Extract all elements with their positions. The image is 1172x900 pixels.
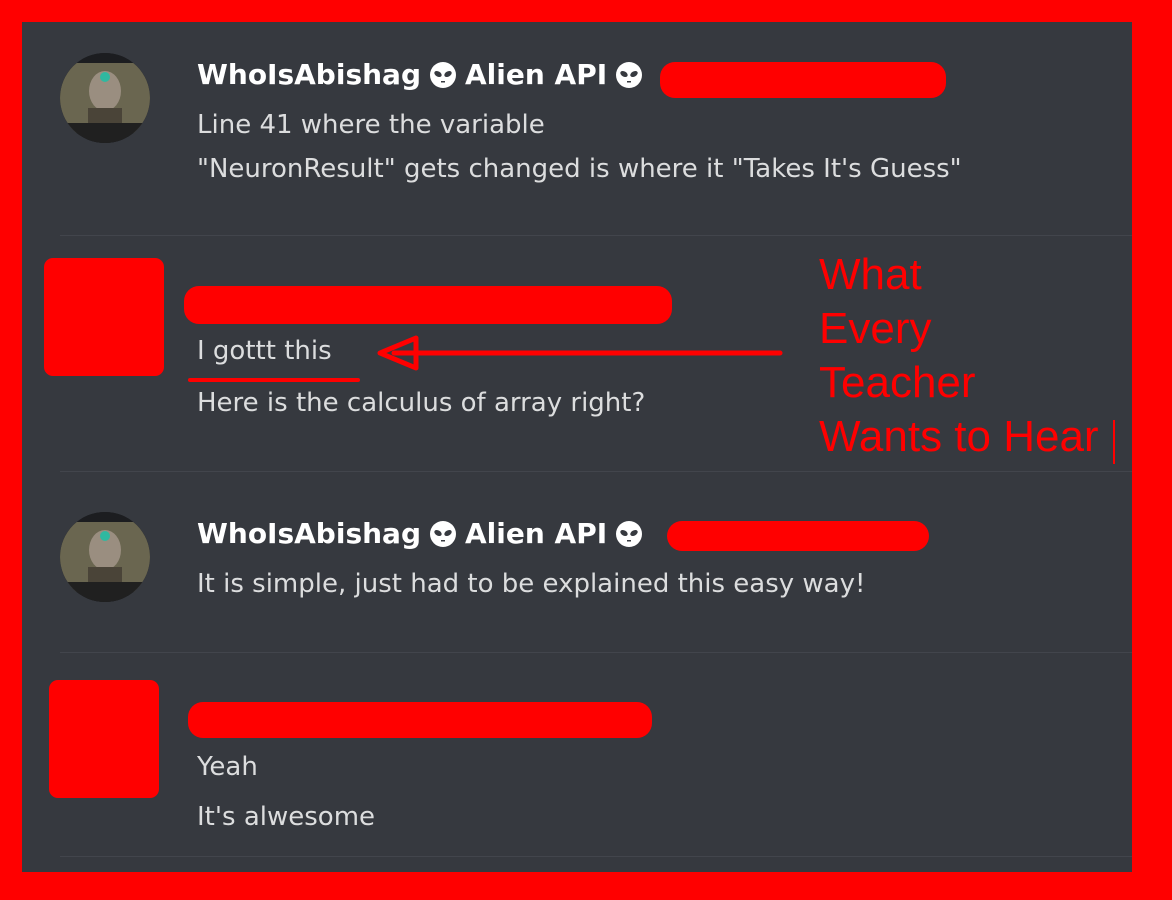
- role-tag[interactable]: Alien API: [465, 517, 607, 550]
- annotation-line: Every: [819, 304, 932, 353]
- alien-icon: [429, 520, 457, 548]
- message-line: Here is the calculus of array right?: [197, 388, 646, 418]
- role-tag[interactable]: Alien API: [465, 58, 607, 91]
- message-line: Line 41 where the variable: [197, 110, 545, 140]
- message-divider: [60, 471, 1132, 472]
- message-divider: [60, 652, 1132, 653]
- annotation-text: What Every Teacher Wants to Hear: [819, 248, 1099, 464]
- annotation-line: What: [819, 250, 922, 299]
- redaction-bar: [660, 62, 946, 98]
- username[interactable]: WhoIsAbishag: [197, 517, 421, 550]
- user-avatar[interactable]: [60, 512, 150, 602]
- message-header: WhoIsAbishag Alien API: [197, 58, 651, 91]
- text-cursor: [1113, 420, 1115, 464]
- message-line: I gottt this: [197, 336, 332, 366]
- redaction-bar: [188, 702, 652, 738]
- avatar-image: [60, 512, 150, 602]
- redaction-bar: [184, 286, 672, 324]
- redacted-avatar[interactable]: [44, 258, 164, 376]
- message-line: It is simple, just had to be explained t…: [197, 569, 866, 599]
- username[interactable]: WhoIsAbishag: [197, 58, 421, 91]
- message-line: "NeuronResult" gets changed is where it …: [197, 154, 962, 184]
- chat-panel: WhoIsAbishag Alien API Line 41 where the…: [22, 22, 1132, 872]
- user-avatar[interactable]: [60, 53, 150, 143]
- annotation-line: Teacher: [819, 358, 976, 407]
- redacted-avatar[interactable]: [49, 680, 159, 798]
- alien-icon: [429, 61, 457, 89]
- message-header: WhoIsAbishag Alien API: [197, 517, 651, 550]
- message-divider: [60, 235, 1132, 236]
- avatar-image: [60, 53, 150, 143]
- message-divider: [60, 856, 1132, 857]
- message-line: Yeah: [197, 752, 258, 782]
- arrow-head-icon: [377, 335, 419, 371]
- alien-icon: [615, 520, 643, 548]
- message-line: It's alwesome: [197, 802, 376, 832]
- annotation-line: Wants to Hear: [819, 412, 1099, 461]
- redaction-bar: [667, 521, 929, 551]
- alien-icon: [615, 61, 643, 89]
